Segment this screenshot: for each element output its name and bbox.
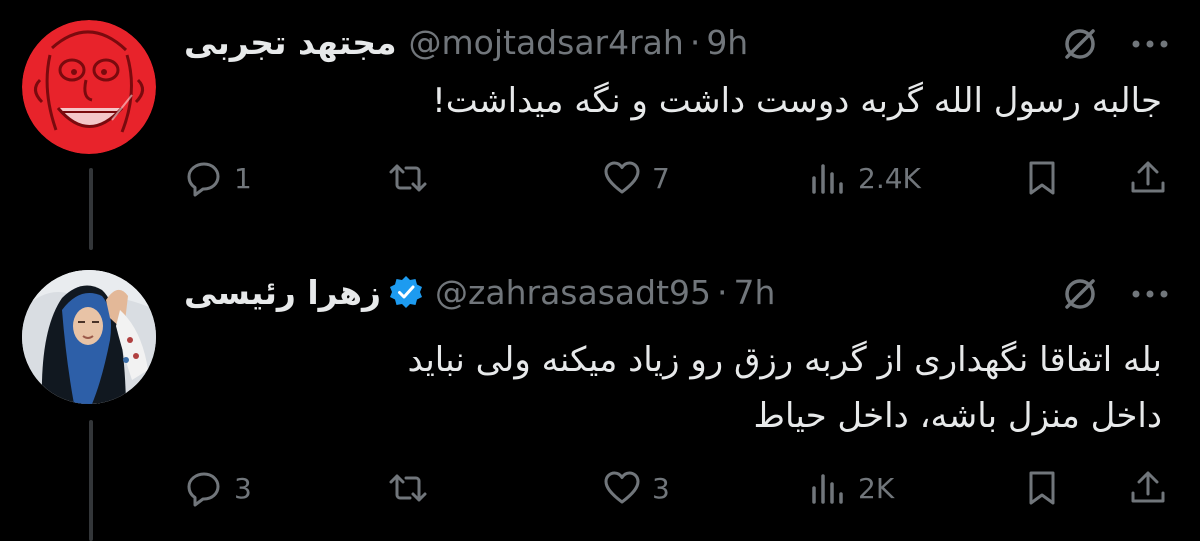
display-name[interactable]: مجتهد تجربی	[184, 23, 397, 62]
reply-icon	[187, 472, 220, 507]
tweet-actions: 1 7 2.4K	[184, 155, 1174, 201]
views-count: 2K	[858, 471, 895, 505]
repost-button[interactable]	[388, 465, 438, 511]
woman-in-chador-avatar	[22, 270, 156, 404]
tweet-text: بله اتفاقا نگهداری از گربه رزق رو زیاد م…	[407, 332, 1162, 444]
views-icon	[812, 164, 843, 194]
tweet-text-line: بله اتفاقا نگهداری از گربه رزق رو زیاد م…	[407, 340, 1162, 380]
tweet-text: جالبه رسول الله گربه دوست داشت و نگه مید…	[432, 73, 1162, 129]
like-button[interactable]: 7	[602, 155, 670, 201]
repost-button[interactable]	[388, 155, 438, 201]
grok-icon[interactable]	[1060, 24, 1100, 68]
views-count: 2.4K	[858, 161, 921, 195]
share-icon	[1131, 471, 1165, 503]
repost-icon	[389, 474, 427, 502]
bookmark-icon	[1029, 471, 1055, 505]
tweet-1[interactable]: مجتهد تجربی @mojtadsar4rah · 9h جالبه رس…	[0, 0, 1200, 250]
tweet-actions: 3 3 2K	[184, 465, 1174, 511]
separator-dot: ·	[717, 272, 728, 312]
repost-icon	[389, 164, 427, 192]
share-button[interactable]	[1128, 155, 1168, 201]
like-icon	[604, 471, 640, 504]
reply-icon	[187, 162, 220, 197]
reply-count: 1	[234, 161, 252, 195]
views-button[interactable]: 2.4K	[808, 155, 921, 201]
user-handle[interactable]: @mojtadsar4rah	[409, 23, 684, 62]
display-name[interactable]: زهرا رئیسی	[184, 273, 381, 312]
reply-button[interactable]: 3	[184, 465, 252, 511]
tweet-2[interactable]: زهرا رئیسی @zahrasasadt95 · 7h بله اتفاق…	[0, 250, 1200, 541]
verified-badge-icon[interactable]	[389, 275, 423, 309]
share-icon	[1131, 161, 1165, 193]
more-icon[interactable]	[1128, 274, 1172, 318]
tweet-header: زهرا رئیسی @zahrasasadt95 · 7h	[184, 268, 775, 316]
tweet-header: مجتهد تجربی @mojtadsar4rah · 9h	[184, 18, 748, 66]
separator-dot: ·	[689, 22, 701, 62]
like-icon	[604, 161, 640, 194]
bookmark-button[interactable]	[1022, 155, 1062, 201]
red-cartoon-face-avatar	[22, 20, 156, 154]
avatar-zahrasasadt95[interactable]	[22, 270, 156, 404]
more-icon[interactable]	[1128, 24, 1172, 68]
like-count: 3	[652, 471, 670, 505]
bookmark-icon	[1029, 161, 1055, 195]
views-icon	[812, 474, 843, 504]
avatar-mojtadsar4rah[interactable]	[22, 20, 156, 154]
thread-line	[89, 420, 93, 541]
reply-count: 3	[234, 471, 252, 505]
tweet-text-line: جالبه رسول الله گربه دوست داشت و نگه مید…	[432, 81, 1162, 121]
bookmark-button[interactable]	[1022, 465, 1062, 511]
grok-icon[interactable]	[1060, 274, 1100, 318]
thread-line	[89, 168, 93, 250]
timestamp[interactable]: 9h	[706, 23, 748, 62]
timestamp[interactable]: 7h	[734, 273, 776, 312]
tweet-text-line: داخل منزل باشه، داخل حیاط	[753, 396, 1162, 436]
like-button[interactable]: 3	[602, 465, 670, 511]
user-handle[interactable]: @zahrasasadt95	[435, 273, 711, 312]
reply-button[interactable]: 1	[184, 155, 252, 201]
views-button[interactable]: 2K	[808, 465, 894, 511]
share-button[interactable]	[1128, 465, 1168, 511]
like-count: 7	[652, 161, 670, 195]
